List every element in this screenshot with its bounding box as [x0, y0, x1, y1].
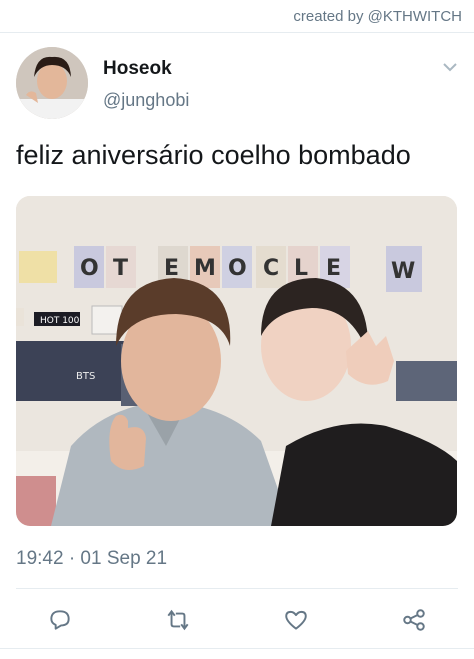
avatar[interactable] [16, 47, 88, 119]
svg-text:E: E [164, 256, 179, 281]
action-bar [0, 600, 474, 640]
bottom-divider [0, 648, 474, 649]
timestamp-divider [16, 588, 458, 589]
svg-text:O: O [228, 256, 247, 281]
poster-text: BTS [76, 371, 95, 382]
svg-text:L: L [294, 256, 308, 281]
svg-text:E: E [326, 256, 341, 281]
svg-text:O: O [80, 256, 99, 281]
svg-text:M: M [194, 256, 216, 281]
sign-text: HOT 100 [40, 316, 80, 326]
retweet-icon[interactable] [158, 600, 198, 640]
top-divider [0, 32, 474, 33]
reply-icon[interactable] [40, 600, 80, 640]
tweet-timestamp: 19:42 · 01 Sep 21 [16, 548, 168, 569]
svg-text:T: T [113, 256, 128, 281]
credit-text: created by @KTHWITCH [293, 8, 462, 25]
user-handle[interactable]: @junghobi [103, 90, 189, 111]
share-icon[interactable] [394, 600, 434, 640]
tweet-text: feliz aniversário coelho bombado [16, 140, 411, 170]
tweet-photo[interactable]: O T E M O C L E W HOT 100 BTS [16, 196, 457, 526]
svg-text:W: W [391, 259, 415, 284]
like-icon[interactable] [276, 600, 316, 640]
chevron-down-icon[interactable] [442, 60, 458, 72]
user-name[interactable]: Hoseok [103, 58, 172, 80]
svg-text:C: C [263, 256, 279, 281]
